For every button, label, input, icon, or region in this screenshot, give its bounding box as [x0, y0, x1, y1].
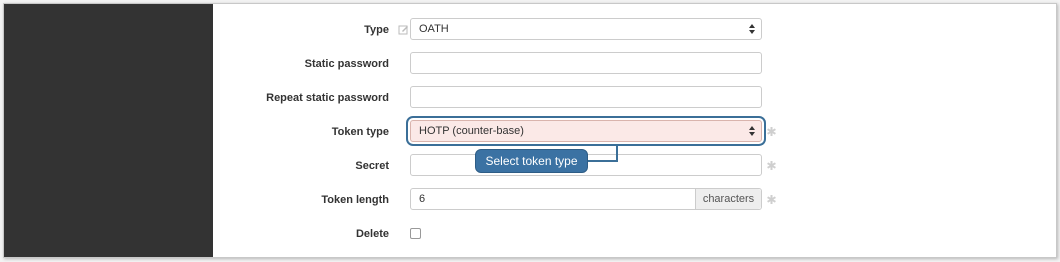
- delete-label: Delete: [355, 228, 389, 240]
- secret-label: Secret: [355, 160, 389, 172]
- repeat-static-password-label: Repeat static password: [266, 92, 389, 104]
- window-frame: Type OATH Static password Repeat static …: [3, 3, 1057, 258]
- token-length-row: Token length 6 characters: [213, 188, 1056, 212]
- callout-select-token-type: Select token type: [475, 149, 588, 173]
- callout-connector: [588, 160, 618, 162]
- static-password-row: Static password: [213, 52, 1056, 76]
- token-length-addon: characters: [695, 189, 761, 209]
- asterisk-icon: [767, 161, 776, 170]
- static-password-input[interactable]: [410, 52, 762, 74]
- delete-row: Delete: [213, 222, 1056, 246]
- type-label: Type: [364, 24, 389, 36]
- token-type-highlight: [406, 116, 766, 146]
- type-select[interactable]: OATH: [410, 18, 762, 40]
- asterisk-icon: [767, 127, 776, 136]
- edit-icon[interactable]: [398, 24, 409, 35]
- delete-checkbox[interactable]: [410, 228, 421, 239]
- token-length-input[interactable]: 6: [419, 189, 425, 209]
- secret-row: Secret: [213, 154, 1056, 178]
- repeat-static-password-row: Repeat static password: [213, 86, 1056, 110]
- select-arrows-icon: [749, 24, 755, 34]
- token-length-input-group[interactable]: 6 characters: [410, 188, 762, 210]
- static-password-label: Static password: [304, 58, 389, 70]
- type-select-value: OATH: [419, 23, 449, 35]
- sidebar: [4, 4, 213, 257]
- form-panel: Type OATH Static password Repeat static …: [213, 4, 1056, 257]
- token-length-label: Token length: [321, 194, 389, 206]
- token-type-label: Token type: [331, 126, 389, 138]
- type-row: Type OATH: [213, 18, 1056, 42]
- asterisk-icon: [767, 195, 776, 204]
- repeat-static-password-input[interactable]: [410, 86, 762, 108]
